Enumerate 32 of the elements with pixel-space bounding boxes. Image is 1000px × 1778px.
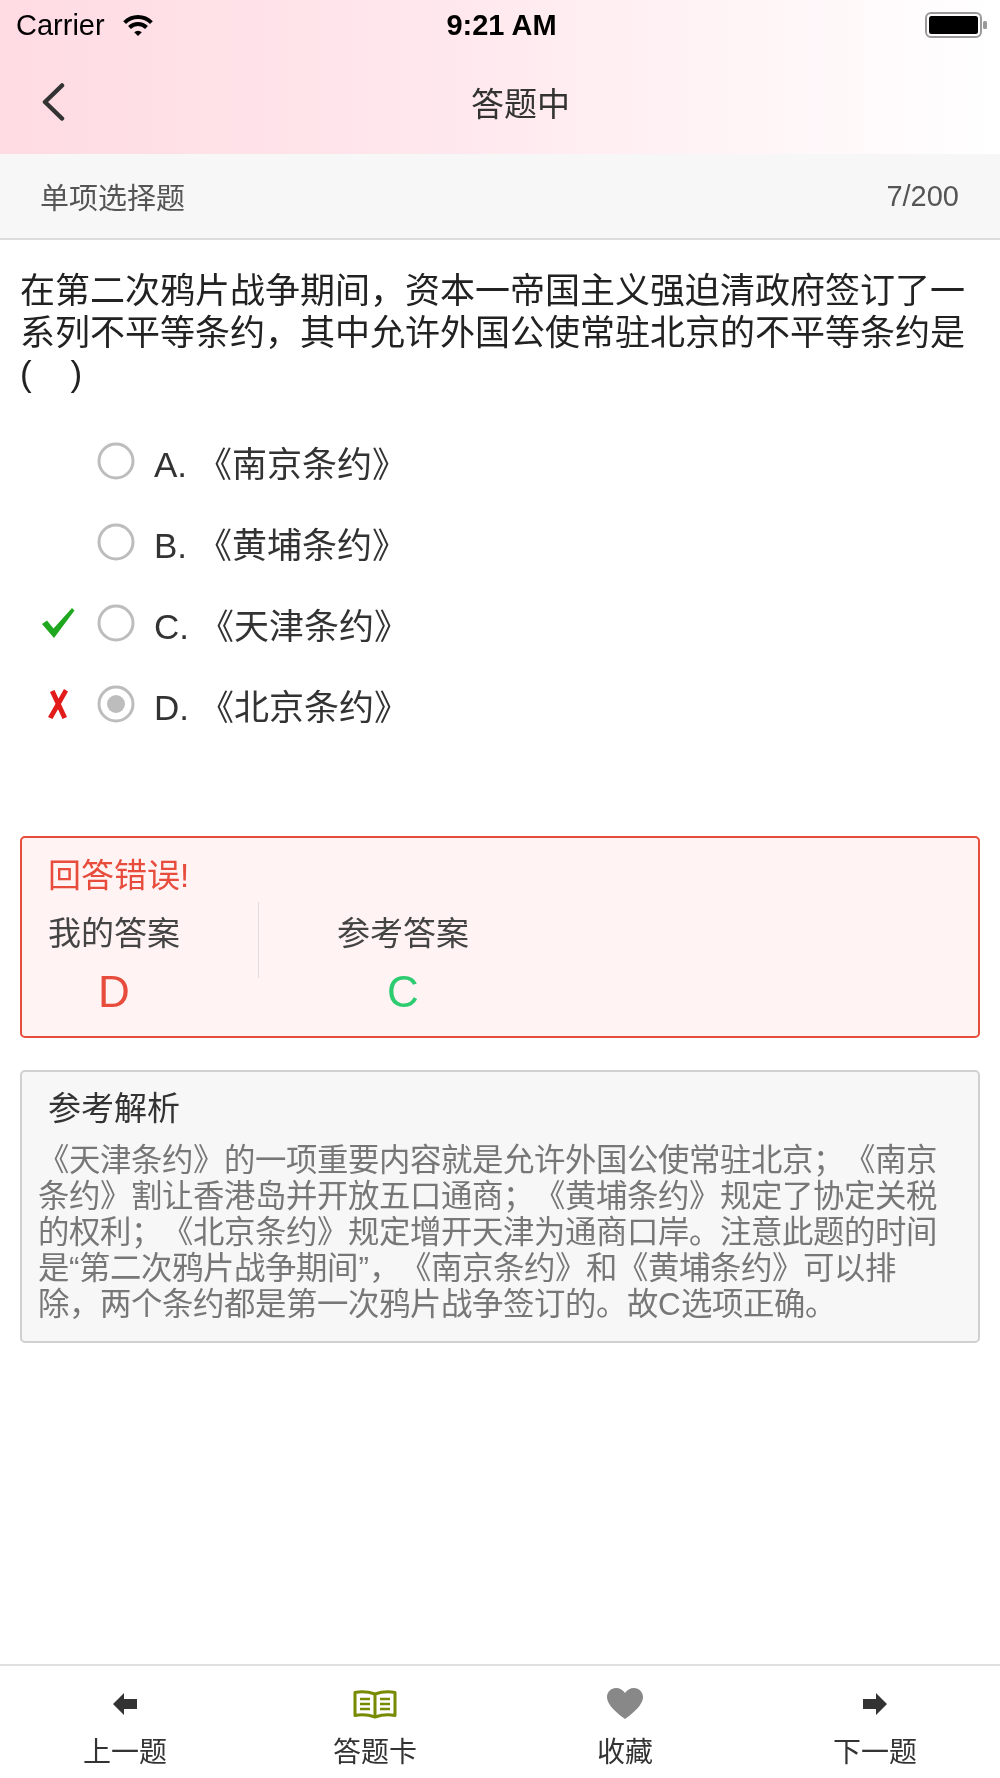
radio-button[interactable]: [97, 604, 135, 642]
answer-label: 我的答案: [48, 913, 180, 954]
clock-time: 9:21 AM: [446, 8, 557, 42]
question-type-label: 单项选择题: [40, 182, 185, 217]
answer-label: 参考答案: [337, 913, 469, 954]
answer-letter: C: [387, 966, 419, 1017]
favorite-button[interactable]: 收藏: [597, 1687, 653, 1770]
answer-letter: D: [98, 966, 130, 1017]
back-button[interactable]: [41, 83, 65, 121]
arrow-right-icon: [863, 1693, 887, 1715]
option-label[interactable]: D. 《北京条约》: [154, 678, 409, 730]
option-label[interactable]: A. 《南京条约》: [154, 435, 407, 487]
nav-title: 答题中: [471, 85, 570, 125]
option-label[interactable]: C. 《天津条约》: [154, 597, 409, 649]
result-verdict: 回答错误!: [48, 855, 191, 896]
question-counter: 7/200: [886, 179, 959, 213]
answer-sheet-button[interactable]: 答题卡: [333, 1687, 417, 1770]
radio-button[interactable]: [97, 523, 135, 561]
explanation-title: 参考解析: [48, 1088, 181, 1129]
explanation-text: 《天津条约》的一项重要内容就是允许外国公使常驻北京；《南京条约》割让香港岛并开放五口通商；《黄埔条约》规定了协定关税的权利；《北京条约》规定增开天津为通商口岸。注意此题的时间是“第二次鸦片战争期间”，《南京条约》和《黄埔条约》可以排除，两个条约都是第一次鸦片战争签订的。故C选项正确。: [38, 1142, 938, 1324]
option-label[interactable]: B. 《黄埔条约》: [154, 516, 407, 568]
radio-button[interactable]: [97, 442, 135, 480]
battery-icon: [925, 12, 987, 38]
next-question-button[interactable]: 下一题: [833, 1687, 917, 1770]
back-icon: [41, 83, 65, 121]
radio-button[interactable]: [97, 685, 135, 723]
open-book-icon: [353, 1689, 397, 1719]
carrier-label: Carrier: [16, 8, 105, 42]
previous-question-button[interactable]: 上一题: [83, 1687, 167, 1770]
arrow-left-icon: [113, 1693, 137, 1715]
question-text: 在第二次鸦片战争期间，资本一帝国主义强迫清政府签订了一系列不平等条约，其中允许外国公使常驻北京的不平等条约是( ): [20, 270, 966, 395]
heart-icon: [607, 1688, 643, 1720]
